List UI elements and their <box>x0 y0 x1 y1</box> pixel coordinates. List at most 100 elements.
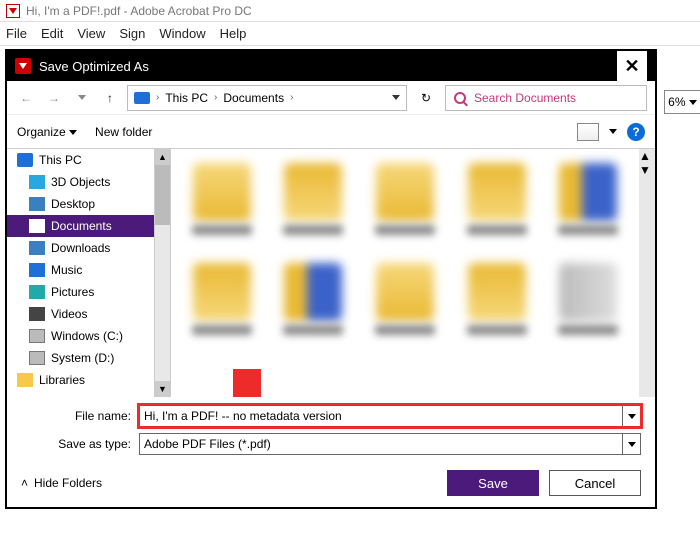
folder-item[interactable] <box>456 263 538 353</box>
chevron-down-icon <box>628 442 636 447</box>
scroll-up-icon[interactable]: ▲ <box>155 149 170 165</box>
folder-item[interactable] <box>273 163 355 253</box>
folder-item[interactable] <box>547 163 629 253</box>
menu-view[interactable]: View <box>77 26 105 41</box>
tree-item-desktop[interactable]: Desktop <box>7 193 154 215</box>
view-mode-button[interactable] <box>577 123 599 141</box>
chevron-down-icon <box>392 95 400 100</box>
drive-icon <box>29 329 45 343</box>
dialog-footer: ˄ Hide Folders Save Cancel <box>7 459 655 507</box>
scroll-down-icon[interactable]: ▼ <box>155 381 170 397</box>
chevron-up-icon: ˄ <box>21 476 28 490</box>
filetype-value: Adobe PDF Files (*.pdf) <box>144 437 271 451</box>
toolbar: Organize New folder ? <box>7 115 655 149</box>
chevron-down-icon[interactable] <box>609 129 617 134</box>
hide-folders-button[interactable]: ˄ Hide Folders <box>21 476 102 490</box>
filename-row: File name: Hi, I'm a PDF! -- no metadata… <box>21 405 641 427</box>
tree-label: Documents <box>51 219 112 233</box>
new-folder-button[interactable]: New folder <box>95 125 152 139</box>
tree-item-this-pc[interactable]: This PC <box>7 149 154 171</box>
zoom-level[interactable]: 6% <box>664 90 700 114</box>
tree-item-drive-c[interactable]: Windows (C:) <box>7 325 154 347</box>
filename-label: File name: <box>21 409 131 423</box>
breadcrumb-root[interactable]: This PC <box>165 91 208 105</box>
menu-edit[interactable]: Edit <box>41 26 63 41</box>
breadcrumb-dropdown[interactable] <box>392 95 400 100</box>
scroll-up-icon[interactable]: ▲ <box>639 149 655 163</box>
filetype-dropdown[interactable] <box>622 434 640 454</box>
menu-file[interactable]: File <box>6 26 27 41</box>
pictures-icon <box>29 285 45 299</box>
tree-item-libraries[interactable]: Libraries <box>7 369 154 391</box>
cancel-button[interactable]: Cancel <box>549 470 641 496</box>
tree-item-documents[interactable]: Documents <box>7 215 154 237</box>
download-icon <box>29 241 45 255</box>
search-input[interactable]: Search Documents <box>445 85 647 111</box>
filename-dropdown[interactable] <box>622 406 640 426</box>
dialog-body: This PC 3D Objects Desktop Documents Dow… <box>7 149 655 397</box>
folder-item[interactable] <box>364 163 446 253</box>
tree-label: Windows (C:) <box>51 329 123 343</box>
folder-icon <box>376 263 434 321</box>
tree-item-videos[interactable]: Videos <box>7 303 154 325</box>
folder-tree: This PC 3D Objects Desktop Documents Dow… <box>7 149 155 397</box>
menu-window[interactable]: Window <box>159 26 205 41</box>
folder-label <box>558 325 618 335</box>
folder-icon <box>468 263 526 321</box>
chevron-down-icon <box>689 100 697 105</box>
filename-input[interactable]: Hi, I'm a PDF! -- no metadata version <box>139 405 641 427</box>
folder-item[interactable] <box>273 263 355 353</box>
refresh-button[interactable]: ↻ <box>413 85 439 111</box>
tree-item-pictures[interactable]: Pictures <box>7 281 154 303</box>
fields: File name: Hi, I'm a PDF! -- no metadata… <box>7 397 655 459</box>
filename-value: Hi, I'm a PDF! -- no metadata version <box>144 409 342 423</box>
folder-label <box>467 325 527 335</box>
menu-sign[interactable]: Sign <box>119 26 145 41</box>
save-button[interactable]: Save <box>447 470 539 496</box>
video-icon <box>29 307 45 321</box>
tree-label: Downloads <box>51 241 110 255</box>
recent-dropdown[interactable] <box>71 87 93 109</box>
folder-item[interactable] <box>456 163 538 253</box>
folder-icon <box>376 163 434 221</box>
search-icon <box>454 92 466 104</box>
back-button[interactable]: ← <box>15 87 37 109</box>
filetype-select[interactable]: Adobe PDF Files (*.pdf) <box>139 433 641 455</box>
scroll-track[interactable] <box>155 165 170 381</box>
tree-scrollbar[interactable]: ▲ ▼ <box>155 149 171 397</box>
chevron-right-icon: › <box>290 92 293 103</box>
tree-item-music[interactable]: Music <box>7 259 154 281</box>
folder-item[interactable] <box>181 163 263 253</box>
chevron-down-icon <box>69 130 77 135</box>
tree-item-3d-objects[interactable]: 3D Objects <box>7 171 154 193</box>
folder-icon <box>193 163 251 221</box>
folder-grid <box>171 149 639 397</box>
breadcrumb-folder[interactable]: Documents <box>223 91 284 105</box>
forward-button: → <box>43 87 65 109</box>
app-titlebar: Hi, I'm a PDF!.pdf - Adobe Acrobat Pro D… <box>0 0 700 22</box>
tree-item-downloads[interactable]: Downloads <box>7 237 154 259</box>
breadcrumb[interactable]: › This PC › Documents › <box>127 85 407 111</box>
close-button[interactable]: ✕ <box>617 51 647 81</box>
folder-label <box>283 225 343 235</box>
scroll-thumb[interactable] <box>155 165 170 225</box>
folder-item[interactable] <box>181 263 263 353</box>
tree-label: System (D:) <box>51 351 114 365</box>
content-scrollbar[interactable]: ▲ ▼ <box>639 149 655 397</box>
folder-label <box>192 225 252 235</box>
chevron-down-icon <box>78 95 86 100</box>
folder-item[interactable] <box>547 263 629 353</box>
cube-icon <box>29 175 45 189</box>
help-icon[interactable]: ? <box>627 123 645 141</box>
folder-label <box>283 325 343 335</box>
chevron-down-icon <box>628 414 636 419</box>
up-button[interactable]: ↑ <box>99 87 121 109</box>
tree-item-drive-d[interactable]: System (D:) <box>7 347 154 369</box>
search-placeholder: Search Documents <box>474 91 576 105</box>
save-dialog: Save Optimized As ✕ ← → ↑ › This PC › Do… <box>5 49 657 509</box>
folder-item[interactable] <box>364 263 446 353</box>
scroll-down-icon[interactable]: ▼ <box>639 163 655 177</box>
menu-help[interactable]: Help <box>220 26 247 41</box>
organize-menu[interactable]: Organize <box>17 125 77 139</box>
app-menu: File Edit View Sign Window Help <box>0 22 700 46</box>
